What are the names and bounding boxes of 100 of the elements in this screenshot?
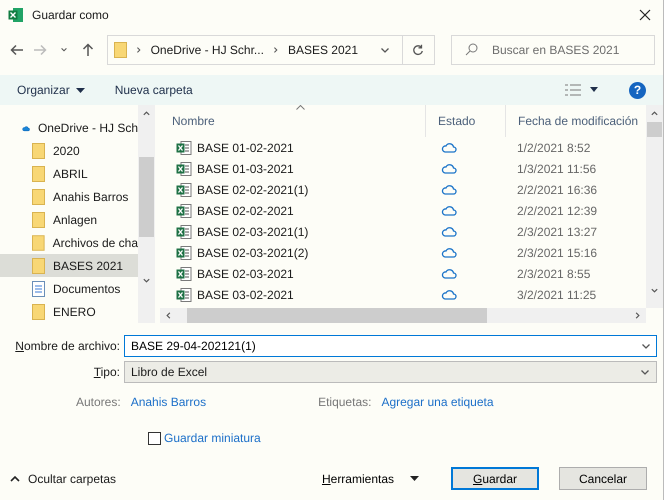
caret-icon: [60, 46, 68, 54]
sidebar-item[interactable]: Anahis Barros: [0, 186, 138, 209]
checkbox[interactable]: [148, 432, 161, 444]
cloud-icon: [441, 142, 457, 153]
file-name[interactable]: BASE 01-02-2021: [197, 140, 294, 154]
scrollbar[interactable]: [160, 308, 646, 323]
scroll-thumb[interactable]: [647, 122, 662, 137]
document-icon: [32, 280, 45, 297]
sidebar-item[interactable]: OneDrive - HJ Sch: [0, 117, 138, 140]
spreadsheet-icon: [176, 224, 192, 240]
chevron-icon: [272, 46, 280, 54]
spreadsheet-app-icon: [8, 7, 24, 23]
caret-icon: [76, 88, 85, 92]
breadcrumb[interactable]: OneDrive - HJ Schr...: [150, 43, 264, 57]
view-options-icon[interactable]: [565, 84, 599, 96]
hide-folders-button[interactable]: Ocultar carpetas: [10, 472, 116, 486]
file-name[interactable]: BASE 02-03-2021(1): [197, 224, 308, 238]
sidebar-item[interactable]: Anlagen: [0, 208, 138, 232]
chevron-up-icon: [10, 475, 20, 482]
tags-label: Etiquetas:: [318, 395, 372, 409]
help-icon[interactable]: ?: [629, 82, 646, 98]
chevron-right-icon: [633, 311, 642, 320]
caret-icon: [410, 476, 419, 481]
save-thumbnail-label[interactable]: Guardar miniatura: [164, 431, 261, 445]
spreadsheet-icon: [176, 182, 192, 198]
modified-date: 2/2/2021 16:36: [516, 182, 598, 196]
chevron-down-icon: [641, 341, 651, 351]
file-name[interactable]: BASE 03-02-2021: [197, 288, 294, 302]
field-label: Tipo:: [92, 365, 120, 379]
field-label: Nombre de archivo:: [14, 339, 120, 353]
file-name[interactable]: BASE 02-02-2021: [197, 204, 294, 218]
tools-button[interactable]: Herramientas: [316, 470, 425, 486]
folder-icon: [32, 304, 45, 320]
spreadsheet-icon: [176, 286, 192, 302]
cancel-button[interactable]: Cancelar: [559, 467, 647, 490]
cloud-icon: [441, 205, 457, 216]
scrollbar[interactable]: [138, 105, 155, 323]
spreadsheet-icon: [176, 244, 192, 260]
folder-icon: [32, 234, 45, 251]
folder-icon: [114, 42, 127, 58]
sidebar-item[interactable]: BASES 2021: [0, 254, 138, 278]
folder-icon: [32, 189, 45, 206]
forward-arrow-icon[interactable]: [33, 44, 48, 56]
scroll-thumb[interactable]: [139, 157, 154, 237]
window-title: Guardar como: [32, 8, 110, 22]
file-name[interactable]: BASE 01-03-2021: [197, 162, 294, 176]
column-header[interactable]: Estado: [425, 105, 505, 137]
add-tag-link[interactable]: Agregar una etiqueta: [381, 395, 494, 409]
cloud-icon: [441, 184, 457, 195]
chevron-down-icon: [650, 286, 659, 295]
modified-date: 2/3/2021 15:16: [516, 246, 598, 260]
filename-field[interactable]: BASE 29-04-202121(1): [124, 335, 657, 357]
breadcrumb[interactable]: BASES 2021: [288, 43, 358, 57]
modified-date: 2/2/2021 12:39: [516, 204, 598, 218]
refresh-icon[interactable]: [412, 44, 424, 56]
search-field[interactable]: Buscar en BASES 2021: [450, 35, 655, 65]
column-header[interactable]: Nombre: [160, 105, 425, 137]
sidebar-item[interactable]: 2020: [0, 140, 138, 163]
chevron-up-icon: [142, 109, 151, 118]
address-bar[interactable]: OneDrive - HJ Schr... BASES 2021: [106, 35, 435, 65]
folder-icon: [32, 212, 45, 228]
column-header[interactable]: Fecha de modificación: [505, 105, 645, 137]
new-folder-button[interactable]: Nueva carpeta: [114, 83, 193, 97]
spreadsheet-icon: [176, 266, 192, 282]
modified-date: 3/2/2021 11:25: [516, 288, 596, 302]
cloud-icon: [441, 226, 457, 237]
spreadsheet-icon: [176, 140, 192, 156]
search-icon: [464, 43, 478, 56]
authors-link[interactable]: Anahis Barros: [130, 395, 206, 409]
scroll-thumb[interactable]: [187, 308, 487, 323]
modified-date: 1/2/2021 8:52: [516, 140, 590, 154]
modified-date: 1/3/2021 11:56: [516, 162, 596, 176]
modified-date: 2/3/2021 8:55: [516, 266, 590, 280]
sidebar-item[interactable]: ENERO: [0, 300, 138, 323]
sidebar-item[interactable]: ABRIL: [0, 162, 138, 186]
folder-icon: [32, 143, 45, 160]
save-button[interactable]: Guardar: [451, 467, 539, 490]
close-icon[interactable]: [639, 9, 651, 21]
sidebar-item[interactable]: Archivos de cha: [0, 231, 138, 254]
modified-date: 2/3/2021 13:27: [516, 224, 598, 238]
chevron-down-icon: [380, 45, 390, 55]
organize-button[interactable]: Organizar: [17, 83, 85, 97]
file-name[interactable]: BASE 02-03-2021: [197, 266, 294, 280]
spreadsheet-icon: [176, 160, 192, 176]
chevron-icon: [134, 46, 143, 54]
scrollbar[interactable]: [646, 105, 663, 308]
chevron-up-icon: [650, 109, 659, 118]
back-arrow-icon[interactable]: [10, 44, 24, 56]
authors-label: Autores:: [76, 395, 121, 409]
folder-icon: [32, 166, 45, 182]
chevron-down-icon: [640, 367, 650, 377]
sidebar-item[interactable]: Documentos: [0, 277, 138, 300]
chevron-down-icon: [142, 276, 151, 285]
cloud-icon: [441, 247, 457, 258]
up-arrow-icon[interactable]: [82, 43, 94, 57]
file-type-dropdown[interactable]: Libro de Excel: [124, 361, 657, 383]
cloud-icon: [441, 289, 457, 300]
file-name[interactable]: BASE 02-03-2021(2): [197, 246, 308, 260]
file-name[interactable]: BASE 02-02-2021(1): [197, 182, 308, 196]
cloud-icon: [441, 163, 457, 174]
